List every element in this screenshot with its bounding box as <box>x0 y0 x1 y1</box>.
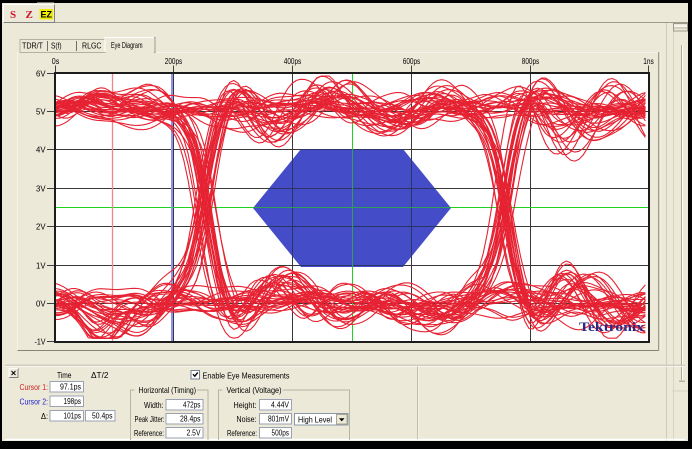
svg-text:Noise:: Noise: <box>237 414 257 424</box>
svg-text:Cursor 1:: Cursor 1: <box>20 382 49 392</box>
svg-text:400ps: 400ps <box>284 57 302 66</box>
svg-text:50.4ps: 50.4ps <box>92 411 113 421</box>
svg-text:198ps: 198ps <box>64 396 82 406</box>
svg-text:Enable Eye Measurements: Enable Eye Measurements <box>203 371 290 381</box>
svg-text:97.1ps: 97.1ps <box>60 382 81 392</box>
svg-text:500ps: 500ps <box>272 428 290 438</box>
svg-text:Tektronix: Tektronix <box>579 319 645 334</box>
svg-text:1ns: 1ns <box>643 57 654 66</box>
svg-text:Width:: Width: <box>144 400 164 410</box>
svg-text:0V: 0V <box>36 299 46 308</box>
svg-text:Reference:: Reference: <box>227 428 257 438</box>
svg-text:Time: Time <box>57 370 72 380</box>
svg-text:-1V: -1V <box>35 337 47 346</box>
svg-text:Δ:: Δ: <box>41 411 48 421</box>
svg-text:4.44V: 4.44V <box>271 400 289 410</box>
svg-text:6V: 6V <box>36 69 46 78</box>
svg-text:Cursor 2:: Cursor 2: <box>20 397 49 407</box>
svg-text:101ps: 101ps <box>64 411 82 421</box>
svg-text:Eye Diagram: Eye Diagram <box>111 40 143 50</box>
svg-text:S(f): S(f) <box>51 41 62 51</box>
svg-text:28.4ps: 28.4ps <box>180 414 201 424</box>
svg-text:Height:: Height: <box>234 400 257 410</box>
svg-text:RLGC: RLGC <box>82 41 102 51</box>
svg-text:1V: 1V <box>36 261 46 270</box>
svg-text:800ps: 800ps <box>522 57 540 66</box>
svg-text:Vertical (Voltage): Vertical (Voltage) <box>227 385 282 395</box>
svg-text:200ps: 200ps <box>165 57 183 66</box>
svg-text:Z: Z <box>26 9 33 21</box>
svg-text:Reference:: Reference: <box>134 428 164 438</box>
svg-text:Horizontal (Timing): Horizontal (Timing) <box>139 385 197 395</box>
svg-text:Peak Jitter:: Peak Jitter: <box>135 414 165 424</box>
svg-text:0s: 0s <box>52 57 60 66</box>
svg-text:S: S <box>10 9 16 21</box>
svg-text:3V: 3V <box>36 184 46 193</box>
svg-text:600ps: 600ps <box>403 57 421 66</box>
svg-text:EZ: EZ <box>41 10 53 20</box>
svg-text:5V: 5V <box>36 107 46 116</box>
svg-text:2V: 2V <box>36 222 46 231</box>
svg-text:TDR/T: TDR/T <box>22 41 43 51</box>
svg-text:801mV: 801mV <box>268 414 289 424</box>
svg-text:4V: 4V <box>36 145 46 154</box>
svg-text:472ps: 472ps <box>183 400 201 410</box>
svg-text:2.5V: 2.5V <box>187 428 201 438</box>
svg-text:High Level: High Level <box>298 415 332 425</box>
svg-text:ΔT/2: ΔT/2 <box>91 370 109 380</box>
